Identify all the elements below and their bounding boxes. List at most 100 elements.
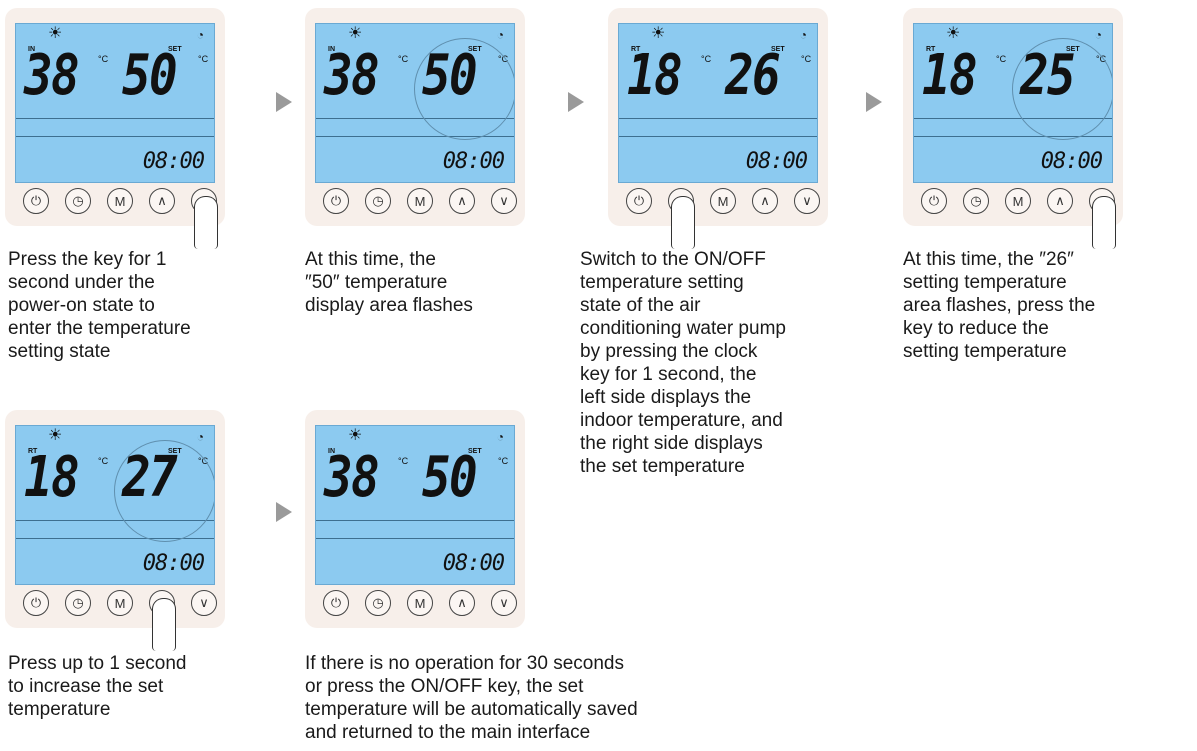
power-button[interactable]: ⏻ (626, 188, 652, 214)
key-row: ⏻ ◷ M ∧ ∨ (323, 188, 517, 218)
wifi-icon: ◔ (799, 28, 807, 42)
lcd-screen: ☀ ◔ IN SET °C °C 38 50 08:00 (15, 23, 215, 183)
mode-button[interactable]: M (407, 188, 433, 214)
lcd-divider (619, 136, 817, 137)
lcd-screen: ☀ ◔ IN SET °C °C 38 50 08:00 (315, 425, 515, 585)
current-temperature: 38 (24, 43, 80, 108)
clock-button[interactable]: ◷ (365, 590, 391, 616)
current-temperature: 18 (24, 445, 80, 510)
thermostat-panel: ☀◔RTSET°C°C182608:00⏻◷M∧∨ (608, 8, 828, 249)
next-step-arrow (866, 92, 882, 112)
lcd-divider (316, 520, 514, 521)
up-button[interactable]: ∧ (752, 188, 778, 214)
wifi-icon: ◔ (196, 430, 204, 444)
pressing-finger-icon (194, 196, 218, 249)
lcd-screen: ☀ ◔ RT SET °C °C 18 27 08:00 (15, 425, 215, 585)
step-caption: If there is no operation for 30 seconds … (305, 653, 638, 743)
flash-highlight-ring (414, 38, 514, 140)
lcd-divider (316, 538, 514, 539)
clock-time: 08:00 (142, 149, 205, 174)
celsius-left: °C (98, 54, 109, 64)
celsius-right: °C (198, 54, 209, 64)
wifi-icon: ◔ (1094, 28, 1102, 42)
clock-button[interactable]: ◷ (65, 188, 91, 214)
sun-icon: ☀ (48, 427, 63, 444)
clock-time: 08:00 (1040, 149, 1103, 174)
celsius-left: °C (398, 54, 409, 64)
power-button[interactable]: ⏻ (23, 188, 49, 214)
thermostat-panel: ☀◔RTSET°C°C182508:00⏻◷M∧∨ (903, 8, 1123, 249)
key-row: ⏻◷M∧∨ (23, 590, 217, 651)
key-row: ⏻◷M∧∨ (921, 188, 1116, 249)
celsius-left: °C (98, 456, 109, 466)
pressing-finger-icon (152, 598, 176, 651)
celsius-right: °C (498, 456, 509, 466)
set-temperature: 26 (725, 43, 781, 108)
sun-icon: ☀ (348, 25, 363, 42)
clock-button[interactable]: ◷ (65, 590, 91, 616)
step-caption: At this time, the ″50″ temperature displ… (305, 249, 473, 316)
celsius-left: °C (996, 54, 1007, 64)
next-step-arrow (276, 502, 292, 522)
power-button[interactable]: ⏻ (921, 188, 947, 214)
next-step-arrow (276, 92, 292, 112)
sun-icon: ☀ (651, 25, 666, 42)
clock-button[interactable]: ◷ (365, 188, 391, 214)
sun-icon: ☀ (348, 427, 363, 444)
thermostat-panel: ☀◔INSET°C°C385008:00⏻◷M∧∨ (305, 410, 525, 628)
mode-button[interactable]: M (407, 590, 433, 616)
lcd-screen: ☀ ◔ IN SET °C °C 38 50 08:00 (315, 23, 515, 183)
sun-icon: ☀ (946, 25, 961, 42)
up-button[interactable]: ∧ (1047, 188, 1073, 214)
clock-time: 08:00 (745, 149, 808, 174)
clock-time: 08:00 (142, 551, 205, 576)
key-row: ⏻◷M∧∨ (23, 188, 218, 249)
step-caption: Press the key for 1 second under the pow… (8, 249, 191, 362)
wifi-icon: ◔ (196, 28, 204, 42)
current-temperature: 18 (627, 43, 683, 108)
step-caption: Switch to the ON/OFF temperature setting… (580, 249, 786, 477)
down-button[interactable]: ∨ (491, 590, 517, 616)
down-button[interactable]: ∨ (794, 188, 820, 214)
mode-button[interactable]: M (107, 590, 133, 616)
current-temperature: 38 (324, 43, 380, 108)
next-step-arrow (568, 92, 584, 112)
set-temperature: 50 (422, 445, 478, 510)
flash-highlight-ring (1012, 38, 1112, 140)
sun-icon: ☀ (48, 25, 63, 42)
mode-button[interactable]: M (710, 188, 736, 214)
thermostat-panel: ☀◔RTSET°C°C182708:00⏻◷M∧∨ (5, 410, 225, 651)
celsius-right: °C (801, 54, 812, 64)
thermostat-panel: ☀◔INSET°C°C385008:00⏻◷M∧∨ (305, 8, 525, 226)
power-button[interactable]: ⏻ (323, 590, 349, 616)
celsius-left: °C (701, 54, 712, 64)
pressing-finger-icon (671, 196, 695, 249)
clock-time: 08:00 (442, 551, 505, 576)
mode-button[interactable]: M (107, 188, 133, 214)
flash-highlight-ring (114, 440, 214, 542)
key-row: ⏻◷M∧∨ (626, 188, 820, 249)
lcd-divider (619, 118, 817, 119)
up-button[interactable]: ∧ (449, 188, 475, 214)
pressing-finger-icon (1092, 196, 1116, 249)
wifi-icon: ◔ (496, 430, 504, 444)
power-button[interactable]: ⏻ (23, 590, 49, 616)
thermostat-panel: ☀◔INSET°C°C385008:00⏻◷M∧∨ (5, 8, 225, 249)
step-caption: Press up to 1 second to increase the set… (8, 653, 187, 720)
set-temperature: 50 (122, 43, 178, 108)
mode-button[interactable]: M (1005, 188, 1031, 214)
step-caption: At this time, the ″26″ setting temperatu… (903, 249, 1096, 362)
clock-button[interactable]: ◷ (963, 188, 989, 214)
current-temperature: 38 (324, 445, 380, 510)
up-button[interactable]: ∧ (149, 188, 175, 214)
lcd-divider (16, 136, 214, 137)
clock-time: 08:00 (442, 149, 505, 174)
down-button[interactable]: ∨ (191, 590, 217, 616)
down-button[interactable]: ∨ (491, 188, 517, 214)
celsius-left: °C (398, 456, 409, 466)
current-temperature: 18 (922, 43, 978, 108)
up-button[interactable]: ∧ (449, 590, 475, 616)
power-button[interactable]: ⏻ (323, 188, 349, 214)
lcd-divider (16, 118, 214, 119)
wifi-icon: ◔ (496, 28, 504, 42)
